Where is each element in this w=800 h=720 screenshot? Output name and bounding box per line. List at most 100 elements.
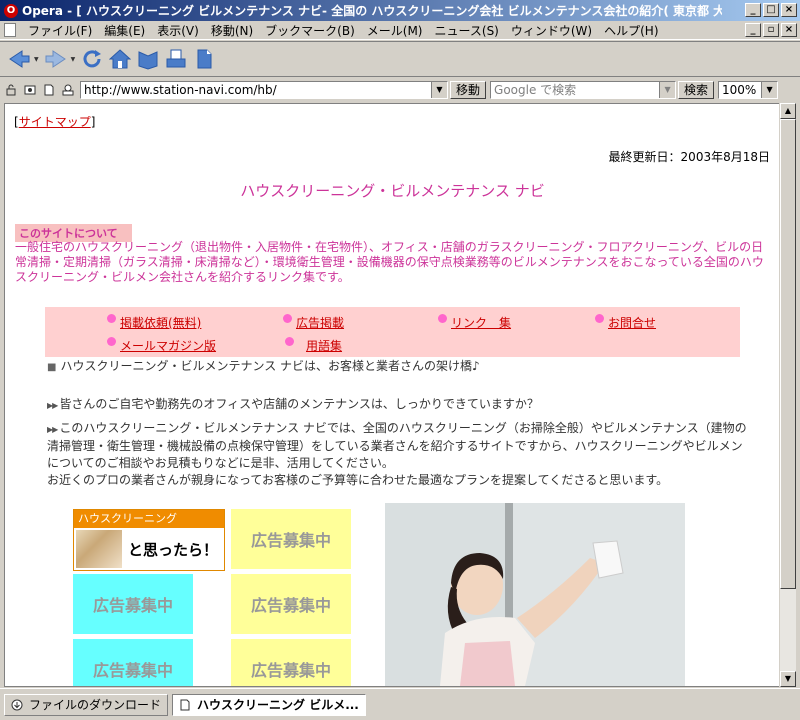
bullet-icon	[107, 337, 116, 346]
intro-text: ハウスクリーニング・ビルメンテナンス ナビは、お客様と業者さんの架け橋♪	[60, 359, 480, 373]
forward-icon[interactable]	[43, 46, 69, 72]
search-dropdown-icon[interactable]: ▼	[659, 82, 676, 98]
menu-file[interactable]: ファイル(F)	[22, 22, 98, 39]
nav-link-contact[interactable]: お問合せ	[608, 314, 656, 331]
scroll-thumb[interactable]	[780, 119, 796, 589]
ad-slot[interactable]: 広告募集中	[231, 574, 351, 634]
nav-item-request[interactable]: 掲載依頼(無料)	[107, 314, 201, 331]
print-icon[interactable]	[163, 46, 189, 72]
search-input[interactable]: Google で検索 ▼	[490, 81, 677, 99]
doc-restore-button[interactable]: ▫	[763, 23, 779, 37]
menu-view[interactable]: 表示(V)	[151, 22, 205, 39]
menu-news[interactable]: ニュース(S)	[428, 22, 504, 39]
square-bullet-icon: ■	[47, 362, 57, 373]
back-dropdown-icon[interactable]: ▼	[34, 56, 39, 63]
close-button[interactable]: ×	[781, 3, 797, 17]
site-nav: 掲載依頼(無料) 広告掲載 リンク 集 お問合せ メールマガジン版 用語集	[45, 307, 740, 357]
cookie-icon[interactable]	[23, 83, 37, 97]
page-tab[interactable]: ハウスクリーニング ビルメ...	[172, 693, 366, 716]
menu-edit[interactable]: 編集(E)	[98, 22, 151, 39]
maximize-button[interactable]: □	[763, 3, 779, 17]
opera-logo-icon: O	[4, 3, 18, 18]
triangle-bullet-icon: ▶▶	[47, 425, 58, 434]
nav-link-links[interactable]: リンク 集	[451, 314, 511, 331]
nav-item-contact[interactable]: お問合せ	[595, 314, 656, 331]
user-mode-icon[interactable]	[61, 83, 75, 97]
bullet-icon	[107, 314, 116, 323]
ad-slot[interactable]: 広告募集中	[73, 639, 193, 686]
sitemap-line: [サイトマップ]	[14, 113, 95, 130]
menu-bar: ファイル(F) 編集(E) 表示(V) 移動(N) ブックマーク(B) メール(…	[0, 21, 800, 40]
go-button[interactable]: 移動	[450, 81, 487, 99]
new-page-icon[interactable]	[42, 83, 56, 97]
scroll-down-icon[interactable]: ▼	[780, 671, 796, 687]
zoom-value: 100%	[722, 83, 757, 97]
sitemap-link[interactable]: サイトマップ	[19, 115, 91, 129]
ad-banner-body: と思ったら！	[74, 528, 224, 570]
vertical-scrollbar[interactable]: ▲ ▼	[779, 103, 796, 687]
status-bar: ファイルのダウンロード ハウスクリーニング ビルメ...	[0, 688, 800, 720]
forward-dropdown-icon[interactable]: ▼	[71, 56, 76, 63]
navigation-toolbar: ▼ ▼	[0, 41, 800, 77]
window-title: Opera - [ ハウスクリーニング ビルメンテナンス ナビ- 全国の ハウス…	[22, 4, 722, 18]
page-tab-label: ハウスクリーニング ビルメ...	[197, 698, 359, 712]
nav-item-glossary[interactable]: 用語集	[285, 337, 342, 354]
search-button[interactable]: 検索	[678, 81, 715, 99]
home-icon[interactable]	[107, 46, 133, 72]
triangle-bullet-icon: ▶▶	[47, 401, 58, 410]
url-dropdown-icon[interactable]: ▼	[431, 82, 447, 98]
about-site-text: 一般住宅のハウスクリーニング（退出物件・入居物件・在宅物件）、オフィス・店舗のガ…	[15, 240, 764, 284]
hotlist-icon[interactable]	[135, 46, 161, 72]
para-1: ▶▶ 皆さんのご自宅や勤務先のオフィスや店舗のメンテナンスは、しっかりできています…	[47, 396, 747, 414]
page-viewport: [サイトマップ] 最終更新日：2003年8月18日 ハウスクリーニング・ビルメン…	[4, 103, 781, 687]
menu-mail[interactable]: メール(M)	[361, 22, 429, 39]
ad-slot[interactable]: 広告募集中	[231, 639, 351, 686]
nav-item-links[interactable]: リンク 集	[438, 314, 511, 331]
nav-link-request[interactable]: 掲載依頼(無料)	[120, 314, 201, 331]
window-controls: _ □ ×	[745, 3, 797, 17]
last-updated: 最終更新日：2003年8月18日	[608, 150, 770, 164]
page-title: ハウスクリーニング・ビルメンテナンス ナビ	[240, 182, 545, 200]
menu-navigate[interactable]: 移動(N)	[205, 22, 259, 39]
menu-bookmarks[interactable]: ブックマーク(B)	[259, 22, 361, 39]
download-icon	[11, 699, 23, 711]
para-2-text: このハウスクリーニング・ビルメンテナンス ナビでは、全国のハウスクリーニング（お…	[47, 421, 747, 470]
page-tab-icon	[179, 699, 191, 711]
para-2: ▶▶ このハウスクリーニング・ビルメンテナンス ナビでは、全国のハウスクリーニング…	[47, 420, 747, 472]
bullet-icon	[438, 314, 447, 323]
nav-item-ads[interactable]: 広告掲載	[283, 314, 344, 331]
document-icon[interactable]	[4, 23, 16, 37]
sitemap-bracket-right: ]	[90, 115, 96, 129]
nav-link-magazine[interactable]: メールマガジン版	[120, 337, 216, 354]
ad-slot[interactable]: 広告募集中	[73, 574, 193, 634]
cleaning-photo	[385, 503, 685, 686]
title-bar: O Opera - [ ハウスクリーニング ビルメンテナンス ナビ- 全国の ハ…	[0, 0, 800, 21]
minimize-button[interactable]: _	[745, 3, 761, 17]
downloads-label: ファイルのダウンロード	[29, 698, 162, 712]
document-window-controls: _ ▫ ×	[745, 23, 797, 37]
nav-link-ads[interactable]: 広告掲載	[296, 314, 344, 331]
menu-help[interactable]: ヘルプ(H)	[598, 22, 664, 39]
url-text: http://www.station-navi.com/hb/	[84, 83, 277, 97]
doc-close-button[interactable]: ×	[781, 23, 797, 37]
bullet-icon	[595, 314, 604, 323]
page-icon[interactable]	[191, 46, 217, 72]
intro-line: ■ ハウスクリーニング・ビルメンテナンス ナビは、お客様と業者さんの架け橋♪	[47, 357, 480, 374]
ad-banner-housecleaning[interactable]: ハウスクリーニング と思ったら！	[73, 509, 225, 571]
doc-minimize-button[interactable]: _	[745, 23, 761, 37]
downloads-tab[interactable]: ファイルのダウンロード	[4, 693, 169, 716]
reload-icon[interactable]	[79, 46, 105, 72]
url-input[interactable]: http://www.station-navi.com/hb/ ▼	[80, 81, 448, 99]
menu-window[interactable]: ウィンドウ(W)	[505, 22, 598, 39]
zoom-dropdown-icon[interactable]: ▼	[761, 82, 778, 98]
security-icon[interactable]	[4, 83, 18, 97]
nav-item-magazine[interactable]: メールマガジン版	[107, 337, 216, 354]
para-3: お近くのプロの業者さんが親身になってお客様のご予算等に合わせた最適なプランを提案…	[47, 473, 669, 487]
address-bar: http://www.station-navi.com/hb/ ▼ 移動 Goo…	[0, 78, 800, 102]
zoom-select[interactable]: 100% ▼	[718, 81, 779, 99]
scroll-up-icon[interactable]: ▲	[780, 103, 796, 119]
ad-slot[interactable]: 広告募集中	[231, 509, 351, 569]
ad-banner-catch: と思ったら！	[128, 540, 219, 559]
back-icon[interactable]	[6, 46, 32, 72]
nav-link-glossary[interactable]: 用語集	[306, 337, 342, 354]
